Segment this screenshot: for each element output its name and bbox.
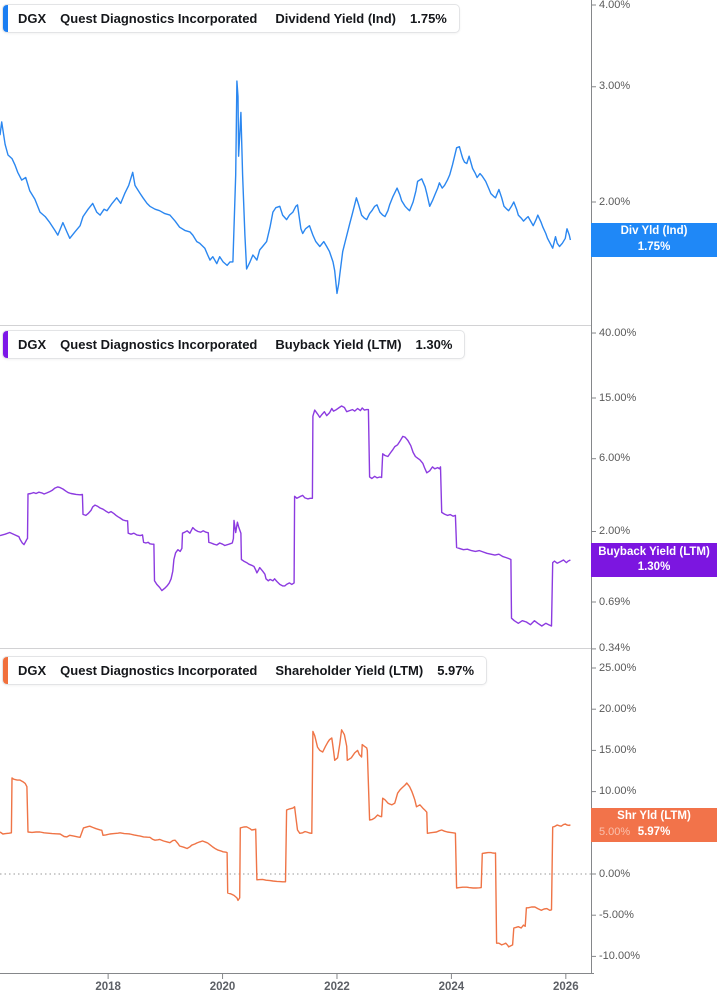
chart-header-shareholder-yield[interactable]: DGX Quest Diagnostics Incorporated Share… <box>2 656 488 685</box>
last-value-label-metric: Buyback Yield (LTM) <box>598 545 710 558</box>
chart-header-dividend-yield[interactable]: DGX Quest Diagnostics Incorporated Divid… <box>2 4 460 33</box>
y-axis-tick-label: 6.00% <box>599 452 631 465</box>
ticker-symbol: DGX <box>18 337 47 352</box>
last-value-label-value: 1.75% <box>637 240 671 253</box>
x-axis-year-label: 2022 <box>324 981 350 993</box>
metric-value: 1.75% <box>410 11 447 26</box>
y-axis-tick-label: 0.69% <box>599 595 631 608</box>
last-value-label: Buyback Yield (LTM) 1.30% <box>591 543 717 578</box>
y-axis-tick-label: 25.00% <box>599 661 637 674</box>
y-axis-tick-label: 4.00% <box>599 0 631 11</box>
x-axis-year-label: 2026 <box>553 981 579 993</box>
ticker-symbol: DGX <box>18 11 47 26</box>
metric-value: 1.30% <box>415 337 453 352</box>
chart-header-buyback-yield[interactable]: DGX Quest Diagnostics Incorporated Buyba… <box>2 330 466 359</box>
metric-value: 5.97% <box>437 663 475 678</box>
last-value-label-value: 1.30% <box>637 561 671 574</box>
x-axis-year-label: 2024 <box>438 981 465 993</box>
series-line-buyback-yield-ltm- <box>0 405 571 627</box>
y-axis-tick-label: 2.00% <box>599 524 631 537</box>
last-value-label-metric: Div Yld (Ind) <box>620 225 688 238</box>
last-value-label: Div Yld (Ind) 1.75% <box>591 222 717 257</box>
chart-plot-area[interactable] <box>0 0 717 1005</box>
accent-bar <box>3 331 8 358</box>
y-axis-tick-label: 0.34% <box>599 642 631 655</box>
y-axis-tick-label: 0.00% <box>599 867 631 880</box>
x-axis-year-label: 2020 <box>209 981 236 993</box>
y-axis-tick-label: 2.00% <box>599 195 631 208</box>
y-axis-tick-label: 15.00% <box>599 391 637 404</box>
metric-name: Dividend Yield (Ind) <box>275 11 396 26</box>
multi-chart-panel: DGX Quest Diagnostics Incorporated Divid… <box>0 0 717 1005</box>
last-value-label-metric: Shr Yld (LTM) <box>617 810 691 823</box>
series-line-dividend-yield-ind- <box>0 80 572 295</box>
accent-bar <box>3 657 8 684</box>
y-axis-tick-label: -5.00% <box>599 908 634 921</box>
metric-name: Shareholder Yield (LTM) <box>275 663 424 678</box>
company-name: Quest Diagnostics Incorporated <box>60 11 258 26</box>
series-line-shareholder-yield-ltm- <box>0 729 571 948</box>
y-axis-tick-label: 10.00% <box>599 785 637 798</box>
company-name: Quest Diagnostics Incorporated <box>60 337 258 352</box>
accent-bar <box>3 5 8 32</box>
y-axis-tick-label: 15.00% <box>599 743 637 756</box>
y-axis-tick-label: 5.00% <box>599 826 631 839</box>
metric-name: Buyback Yield (LTM) <box>275 337 402 352</box>
y-axis-tick-label: -10.00% <box>599 949 640 962</box>
y-axis-tick-label: 20.00% <box>599 702 637 715</box>
y-axis-tick-label: 40.00% <box>599 326 637 339</box>
x-axis-year-label: 2018 <box>95 981 121 993</box>
company-name: Quest Diagnostics Incorporated <box>60 663 258 678</box>
ticker-symbol: DGX <box>18 663 47 678</box>
y-axis-tick-label: 3.00% <box>599 80 631 93</box>
